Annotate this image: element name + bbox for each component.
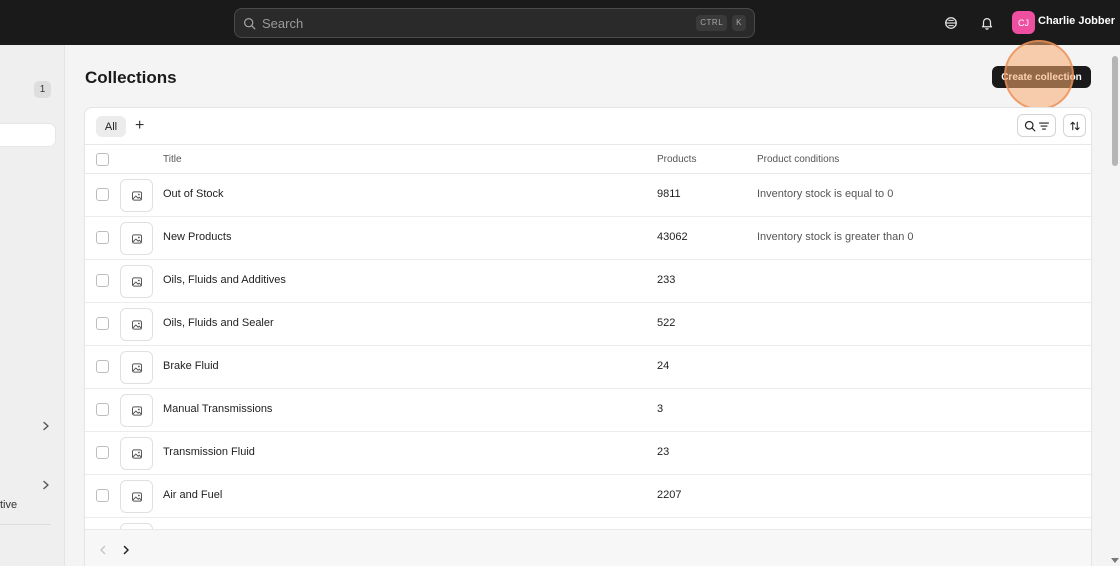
collection-title[interactable]: Air and Fuel — [163, 489, 222, 501]
table-row[interactable]: Oils, Fluids and Sealer 522 — [85, 303, 1091, 346]
tab-all[interactable]: All — [96, 116, 126, 137]
image-placeholder-icon — [131, 319, 142, 330]
table-header: Title Products Product conditions — [85, 144, 1091, 174]
table-row[interactable]: Oils, Fluids and Additives 233 — [85, 260, 1091, 303]
user-name[interactable]: Charlie Jobber — [1038, 15, 1115, 27]
row-checkbox[interactable] — [96, 317, 109, 330]
collection-product-count: 43062 — [657, 231, 688, 243]
sidebar-divider — [0, 524, 50, 525]
row-checkbox[interactable] — [96, 274, 109, 287]
table-row[interactable]: Air and Fuel 2207 — [85, 475, 1091, 518]
table-row[interactable]: Manual Transmissions 3 — [85, 389, 1091, 432]
add-view-button[interactable]: + — [135, 118, 144, 134]
collection-title[interactable]: New Products — [163, 231, 231, 243]
row-checkbox[interactable] — [96, 446, 109, 459]
collection-product-count: 3 — [657, 403, 664, 415]
row-checkbox[interactable] — [96, 489, 109, 502]
filter-icon — [1038, 121, 1049, 130]
sidebar-badge: 1 — [34, 81, 51, 98]
image-placeholder-icon — [131, 190, 142, 201]
chevron-right-icon — [123, 545, 129, 555]
table-row[interactable]: Out of Stock 9811 Inventory stock is equal… — [85, 174, 1091, 217]
column-header-products[interactable]: Products — [657, 154, 696, 165]
collection-title[interactable]: Oils, Fluids and Sealer — [163, 317, 274, 329]
scrollbar-thumb[interactable] — [1112, 56, 1118, 166]
collection-title[interactable]: Transmission Fluid — [163, 446, 255, 458]
chevron-right-icon[interactable] — [41, 480, 51, 490]
search-icon — [243, 17, 256, 29]
row-checkbox[interactable] — [96, 188, 109, 201]
image-placeholder-icon — [131, 233, 142, 244]
pagination-next-button[interactable] — [115, 539, 137, 561]
sort-button[interactable] — [1063, 114, 1086, 137]
search-bar[interactable]: Search CTRL K — [234, 8, 755, 38]
pagination-bar — [85, 529, 1091, 566]
row-checkbox[interactable] — [96, 231, 109, 244]
chevron-left-icon — [100, 545, 106, 555]
collections-table-card: All + Title Products Product conditions … — [84, 107, 1092, 566]
table-row[interactable]: Brake Fluid 24 — [85, 346, 1091, 389]
bell-icon[interactable] — [977, 13, 997, 33]
scroll-down-arrow[interactable] — [1111, 558, 1119, 563]
collection-thumbnail — [120, 351, 153, 384]
sidebar: 1 tive — [0, 45, 65, 566]
collection-product-count: 233 — [657, 274, 676, 286]
avatar[interactable]: CJ — [1012, 11, 1035, 34]
column-header-title[interactable]: Title — [163, 154, 182, 165]
collection-conditions: Inventory stock is greater than 0 — [757, 231, 914, 243]
collection-title[interactable]: Oils, Fluids and Additives — [163, 274, 286, 286]
support-icon[interactable] — [941, 13, 961, 33]
image-placeholder-icon — [131, 405, 142, 416]
image-placeholder-icon — [131, 276, 142, 287]
collection-product-count: 24 — [657, 360, 670, 372]
collection-thumbnail — [120, 394, 153, 427]
column-header-conditions[interactable]: Product conditions — [757, 154, 839, 165]
page-title: Collections — [85, 68, 177, 87]
search-icon — [1024, 120, 1035, 131]
sort-icon — [1069, 121, 1080, 130]
top-bar: Search CTRL K CJ Charlie Jobber — [0, 0, 1120, 45]
collection-title[interactable]: Brake Fluid — [163, 360, 219, 372]
collection-thumbnail — [120, 222, 153, 255]
image-placeholder-icon — [131, 448, 142, 459]
pagination-prev-button[interactable] — [92, 539, 114, 561]
collection-product-count: 522 — [657, 317, 676, 329]
collection-product-count: 2207 — [657, 489, 682, 501]
row-checkbox[interactable] — [96, 403, 109, 416]
sidebar-item-active[interactable] — [0, 124, 55, 146]
collection-thumbnail — [120, 179, 153, 212]
search-placeholder[interactable]: Search — [262, 16, 691, 31]
sidebar-item-label[interactable]: tive — [0, 499, 17, 511]
collection-title[interactable]: Out of Stock — [163, 188, 224, 200]
collection-product-count: 23 — [657, 446, 670, 458]
collection-thumbnail — [120, 480, 153, 513]
shortcut-k-key: K — [732, 15, 746, 31]
select-all-checkbox[interactable] — [96, 153, 109, 166]
collection-conditions: Inventory stock is equal to 0 — [757, 188, 894, 200]
table-row[interactable]: New Products 43062 Inventory stock is grea… — [85, 217, 1091, 260]
shortcut-ctrl-key: CTRL — [696, 15, 728, 31]
collection-thumbnail — [120, 308, 153, 341]
image-placeholder-icon — [131, 362, 142, 373]
image-placeholder-icon — [131, 491, 142, 502]
collection-product-count: 9811 — [657, 188, 681, 200]
collection-title[interactable]: Manual Transmissions — [163, 403, 272, 415]
search-filter-button[interactable] — [1017, 114, 1056, 137]
row-checkbox[interactable] — [96, 360, 109, 373]
collection-thumbnail — [120, 265, 153, 298]
create-collection-button[interactable]: Create collection — [992, 66, 1091, 88]
chevron-right-icon[interactable] — [41, 421, 51, 431]
table-row[interactable]: Transmission Fluid 23 — [85, 432, 1091, 475]
collection-thumbnail — [120, 437, 153, 470]
